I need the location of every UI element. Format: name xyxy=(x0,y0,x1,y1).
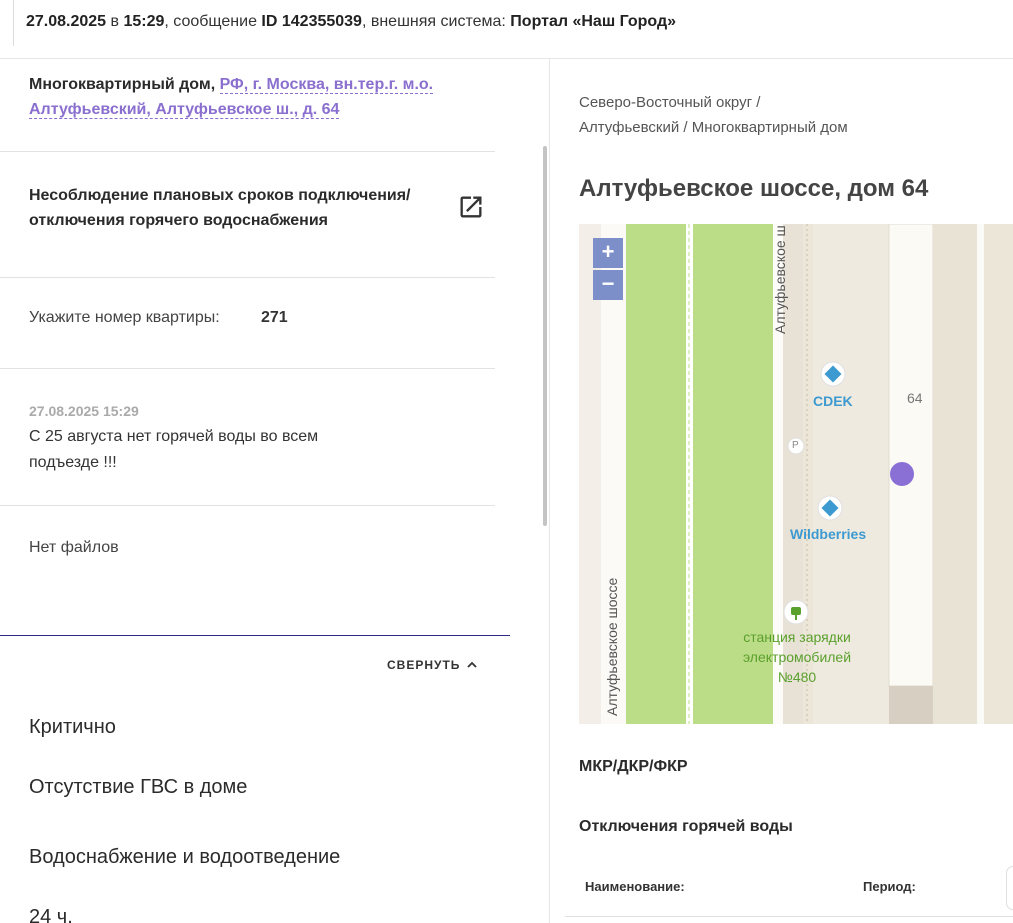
breadcrumb-line-2: Алтуфьевский / Многоквартирный дом xyxy=(579,119,848,136)
wildberries-poi-icon[interactable] xyxy=(817,495,843,521)
priority-value: Критично xyxy=(29,716,116,738)
house-number-label: 64 xyxy=(907,390,923,406)
wildberries-label: Wildberries xyxy=(790,526,867,542)
message-id: ID 142355039 xyxy=(261,13,362,30)
message-in-word: в xyxy=(106,13,124,30)
parking-label: P xyxy=(792,440,799,451)
section-separator xyxy=(0,635,510,636)
table-header-name: Наименование: xyxy=(585,879,685,894)
message-date: 27.08.2025 xyxy=(26,13,107,30)
road-label-left: Алтуфьевское шоссе xyxy=(604,577,620,716)
hot-water-section-label: Отключения горячей воды xyxy=(579,818,793,835)
address-block: Многоквартирный дом, РФ, г. Москва, вн.т… xyxy=(29,72,489,122)
charging-line-1: станция зарядки xyxy=(743,629,851,645)
message-header-text: 27.08.2025 в 15:29, сообщение ID 1423550… xyxy=(26,13,676,31)
ev-charging-icon[interactable] xyxy=(783,599,809,625)
table-divider xyxy=(565,916,1013,917)
location-marker-icon[interactable] xyxy=(890,462,914,486)
external-system-name: Портал «Наш Город» xyxy=(510,13,677,30)
system-prefix: , внешняя система: xyxy=(361,13,511,30)
zoom-out-button[interactable]: − xyxy=(593,270,623,300)
header-divider xyxy=(13,0,14,46)
zoom-in-button[interactable]: + xyxy=(593,238,623,268)
house-title: Алтуфьевское шоссе, дом 64 xyxy=(579,175,929,202)
mkr-section-label: МКР/ДКР/ФКР xyxy=(579,758,688,775)
apartment-value: 271 xyxy=(261,309,288,326)
collapse-button[interactable]: СВЕРНУТЬ xyxy=(387,658,478,672)
address-type-label: Многоквартирный дом, xyxy=(29,76,220,93)
group-value: Водоснабжение и водоотведение xyxy=(29,846,341,868)
comment-text: С 25 августа нет горячей воды во всем по… xyxy=(29,428,319,471)
message-prefix: , сообщение xyxy=(164,13,262,30)
breadcrumb: Северо-Восточный округ / Алтуфьевский / … xyxy=(579,90,848,140)
breadcrumb-line-1: Северо-Восточный округ / xyxy=(579,94,761,111)
message-time: 15:29 xyxy=(123,13,165,30)
collapse-label: СВЕРНУТЬ xyxy=(387,658,461,672)
apartment-label: Укажите номер квартиры: xyxy=(29,309,220,326)
map-widget[interactable]: + − Алтуфьевское шоссе Алтуфьевское ш 64… xyxy=(579,224,1013,724)
charging-line-3: №480 xyxy=(777,669,817,685)
comment-date: 27.08.2025 15:29 xyxy=(29,403,139,419)
chevron-up-icon xyxy=(467,661,478,668)
deadline-value: 24 ч. xyxy=(29,906,73,923)
table-header-period: Период: xyxy=(863,879,916,894)
side-floating-button[interactable] xyxy=(1006,866,1013,910)
problem-title: Несоблюдение плановых сроков подключения… xyxy=(29,187,411,229)
charging-line-2: электромобилей xyxy=(742,649,852,665)
panel-divider xyxy=(549,59,550,923)
no-files-text: Нет файлов xyxy=(29,539,119,556)
left-scrollbar[interactable] xyxy=(543,146,547,526)
cdek-poi-icon[interactable] xyxy=(820,361,846,387)
message-header-bar: 27.08.2025 в 15:29, сообщение ID 1423550… xyxy=(0,0,1013,59)
category-value: Отсутствие ГВС в доме xyxy=(29,776,248,798)
cdek-label: CDEK xyxy=(813,393,853,409)
charging-station-label: станция зарядки электромобилей №480 xyxy=(727,627,867,687)
road-label-right: Алтуфьевское ш xyxy=(772,225,788,334)
open-in-new-icon[interactable] xyxy=(457,193,485,221)
